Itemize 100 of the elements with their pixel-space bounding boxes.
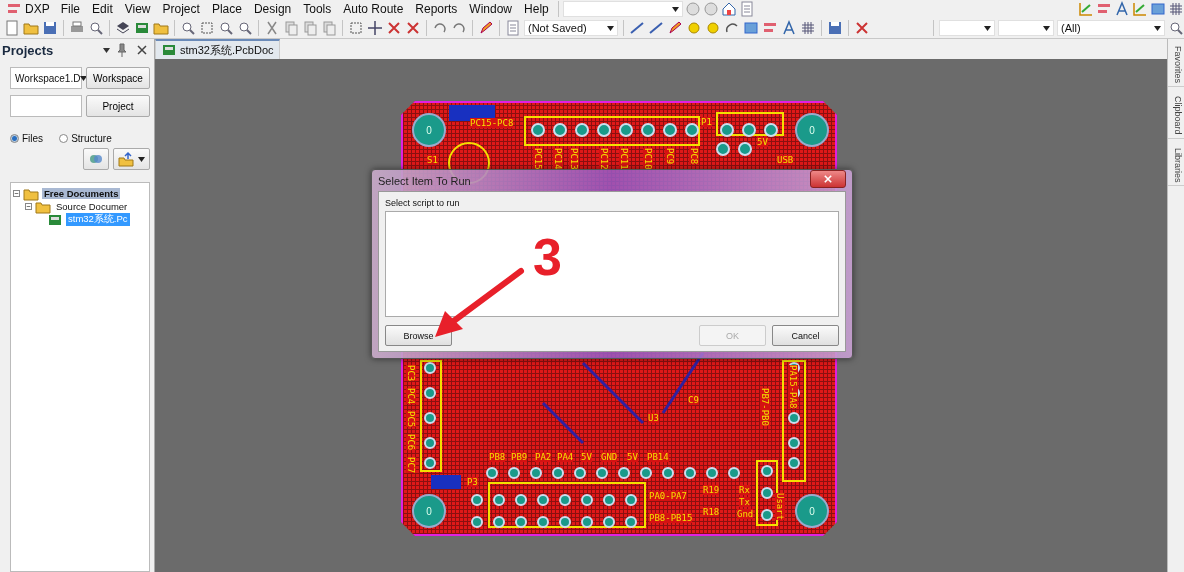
silkscreen-label: PA2	[535, 452, 552, 462]
copy-icon[interactable]	[321, 20, 337, 36]
move-icon[interactable]	[367, 20, 383, 36]
silkscreen-label: PA4	[557, 452, 574, 462]
script-list[interactable]	[385, 211, 839, 317]
silkscreen-label: PB8-PB15	[649, 513, 693, 523]
menu-item[interactable]: Reports	[410, 2, 463, 16]
tree-item[interactable]: Free Documents	[42, 188, 121, 199]
pencil-icon[interactable]	[667, 20, 683, 36]
menu-item[interactable]: File	[55, 2, 86, 16]
radio-button[interactable]	[59, 134, 69, 143]
cross-icon[interactable]	[405, 20, 421, 36]
grid-icon[interactable]	[800, 20, 816, 36]
cross-icon[interactable]	[386, 20, 402, 36]
line-icon[interactable]	[648, 20, 664, 36]
text-icon[interactable]	[781, 20, 797, 36]
copy-icon[interactable]	[283, 20, 299, 36]
document-combo[interactable]: (Not Saved)	[524, 20, 618, 36]
dialog-prompt: Select script to run	[385, 198, 461, 208]
filter-combo[interactable]	[998, 20, 1054, 36]
save-icon[interactable]	[42, 20, 58, 36]
rectangle-icon[interactable]	[1150, 1, 1166, 17]
silkscreen-label: PC7	[406, 457, 416, 474]
chart-icon[interactable]	[1132, 1, 1148, 17]
zoom-icon[interactable]	[237, 20, 253, 36]
zoom-icon[interactable]	[180, 20, 196, 36]
caret-icon	[1154, 25, 1161, 31]
project-button[interactable]: Project	[86, 95, 150, 117]
side-tab[interactable]: Libraries	[1168, 144, 1184, 187]
select-icon[interactable]	[348, 20, 364, 36]
cut-icon[interactable]	[264, 20, 280, 36]
silkscreen-label: USB	[777, 155, 794, 165]
expand-toggle[interactable]	[13, 190, 20, 197]
menu-item[interactable]: Project	[157, 2, 205, 16]
silkscreen-label: PC11	[619, 148, 629, 170]
new-file-icon[interactable]	[4, 20, 20, 36]
pencil-icon[interactable]	[478, 20, 494, 36]
menu-item[interactable]: Auto Route	[338, 2, 409, 16]
menu-item[interactable]: View	[119, 2, 156, 16]
silkscreen-label: PA0-PA7	[649, 491, 687, 501]
mounting-hole: 0	[412, 494, 446, 528]
expand-toggle[interactable]	[25, 203, 32, 210]
folder-icon[interactable]	[23, 20, 39, 36]
line-icon[interactable]	[629, 20, 645, 36]
silkscreen-label: Gnd	[737, 509, 754, 519]
tree-item[interactable]: Source Documer	[54, 201, 130, 212]
copy-icon[interactable]	[302, 20, 318, 36]
cross-icon[interactable]	[854, 20, 870, 36]
filter-combo[interactable]	[939, 20, 995, 36]
silkscreen-label: PC6	[406, 434, 416, 451]
radio-label: Files	[22, 133, 44, 144]
refresh-button[interactable]	[83, 148, 109, 170]
silkscreen-label: PC3	[406, 365, 416, 382]
dxp-menu[interactable]: DXP	[2, 1, 54, 17]
side-tab[interactable]: Favorites	[1168, 43, 1184, 87]
folder-icon[interactable]	[153, 20, 169, 36]
dropdown-icon[interactable]	[103, 47, 110, 53]
caret-icon	[1043, 25, 1050, 31]
folder-arrow-icon	[118, 151, 134, 167]
zoom-icon[interactable]	[1168, 20, 1184, 36]
workspace-button[interactable]: Workspace	[86, 67, 150, 89]
rectangle-icon[interactable]	[743, 20, 759, 36]
close-button[interactable]	[810, 170, 846, 188]
silkscreen-label: PC15-PC8	[470, 118, 514, 128]
silkscreen-label: Tx	[739, 497, 750, 507]
silkscreen-label: P1	[701, 117, 712, 127]
silkscreen-label: PC13	[569, 148, 579, 170]
menu-item[interactable]: Place	[206, 2, 247, 16]
silkscreen-label: PC4	[406, 388, 416, 405]
menu-item[interactable]: Edit	[87, 2, 118, 16]
menu-item[interactable]: Help	[519, 2, 554, 16]
side-tab[interactable]: Clipboard	[1168, 93, 1184, 139]
board-icon[interactable]	[134, 20, 150, 36]
menu-item[interactable]: Tools	[298, 2, 337, 16]
caret-icon	[607, 25, 614, 31]
dialog-button[interactable]: Cancel	[772, 325, 839, 346]
project-field[interactable]	[10, 95, 82, 117]
menu-item[interactable]: Window	[464, 2, 518, 16]
text-icon[interactable]	[1114, 1, 1130, 17]
silkscreen-label: PB8	[489, 452, 506, 462]
open-button[interactable]	[113, 148, 150, 170]
filter-combo[interactable]: (All)	[1057, 20, 1165, 36]
zoom-icon[interactable]	[218, 20, 234, 36]
document-tab[interactable]: stm32系统.PcbDoc	[155, 39, 280, 59]
silkscreen-label: S1	[427, 155, 438, 165]
dialog-button[interactable]: Browse	[385, 325, 452, 346]
radio-button[interactable]	[10, 134, 19, 143]
silkscreen-label: PB9	[511, 452, 528, 462]
radio-label: Structure	[71, 133, 112, 144]
zoom-icon[interactable]	[88, 20, 104, 36]
grid-icon[interactable]	[1168, 1, 1184, 17]
save-icon[interactable]	[827, 20, 843, 36]
menu-item[interactable]: Design	[248, 2, 297, 16]
silkscreen-label: 5V	[627, 452, 638, 462]
silkscreen-label: PC12	[599, 148, 609, 170]
close-icon	[824, 175, 832, 183]
home-icon[interactable]	[720, 1, 737, 17]
chart-icon[interactable]	[1078, 1, 1094, 17]
silkscreen-label: PB14	[647, 452, 669, 462]
layers-icon[interactable]	[115, 20, 131, 36]
